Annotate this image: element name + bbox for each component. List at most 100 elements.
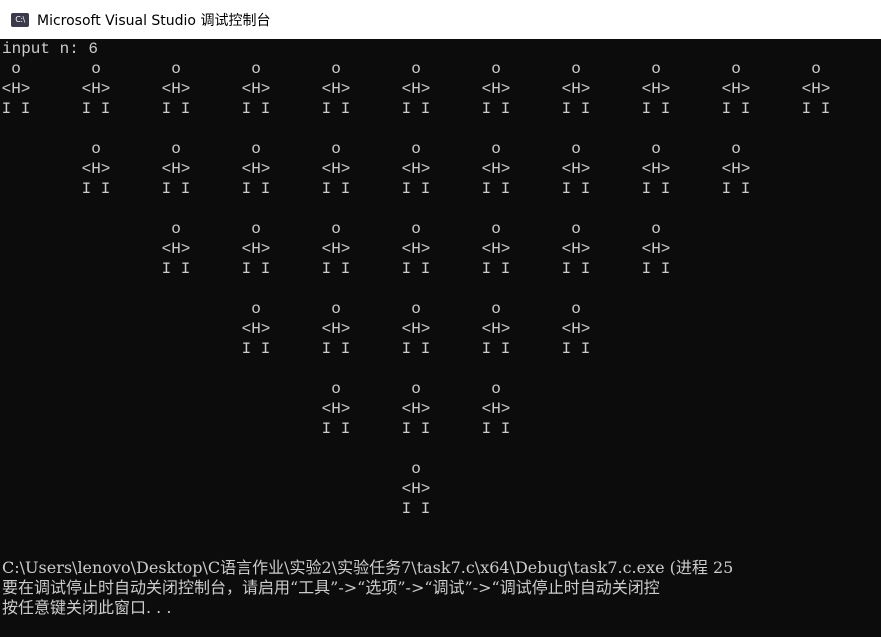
stick-figure: o <H> I I [481, 379, 511, 439]
figure-body: <H> [801, 80, 831, 98]
stick-figure: o <H> I I [321, 219, 351, 279]
stick-figure: o <H> I I [561, 219, 591, 279]
figure-body: <H> [401, 480, 431, 498]
figure-body: <H> [481, 320, 511, 338]
console-output[interactable]: input n: 6 o <H> I I o <H> I I o <H> I I o <H> I I o… [0, 39, 881, 637]
stick-figure: o <H> I I [481, 299, 511, 359]
figure-legs: I I [721, 100, 751, 118]
figure-body: <H> [721, 80, 751, 98]
figure-body: <H> [241, 240, 271, 258]
figure-legs: I I [161, 100, 191, 118]
figure-legs: I I [561, 260, 591, 278]
figure-legs: I I [401, 260, 431, 278]
figure-legs: I I [321, 340, 351, 358]
app-icon-label: C:\ [15, 14, 25, 24]
figure-body: <H> [81, 160, 111, 178]
figure-head: o [331, 300, 341, 318]
stick-figure: o <H> I I [321, 379, 351, 439]
figure-body: <H> [241, 160, 271, 178]
figure-head: o [571, 300, 581, 318]
figure-body: <H> [401, 80, 431, 98]
press-any-key-line: 按任意键关闭此窗口. . . [2, 598, 172, 617]
figure-legs: I I [641, 180, 671, 198]
figure-body: <H> [401, 160, 431, 178]
title-bar[interactable]: C:\ Microsoft Visual Studio 调试控制台 [0, 0, 881, 39]
stick-figure: o <H> I I [321, 139, 351, 199]
figure-legs: I I [481, 340, 511, 358]
figure-body: <H> [161, 160, 191, 178]
figure-head: o [251, 140, 261, 158]
stick-figure: o <H> I I [321, 59, 351, 119]
stick-figure: o <H> I I [641, 59, 671, 119]
stick-figure: o <H> I I [241, 59, 271, 119]
stick-figure: o <H> I I [401, 59, 431, 119]
stick-figure: o <H> I I [481, 59, 511, 119]
figure-head: o [91, 140, 101, 158]
figure-legs: I I [321, 260, 351, 278]
figure-head: o [331, 60, 341, 78]
figure-body: <H> [401, 400, 431, 418]
figure-head: o [171, 60, 181, 78]
figure-head: o [411, 60, 421, 78]
stick-figure: o <H> I I [401, 459, 431, 519]
figure-head: o [651, 220, 661, 238]
stick-figure: o <H> I I [561, 139, 591, 199]
figure-legs: I I [481, 100, 511, 118]
stick-figure: o <H> I I [241, 299, 271, 359]
figure-legs: I I [721, 180, 751, 198]
figure-head: o [731, 60, 741, 78]
figure-head: o [11, 60, 21, 78]
stick-figure: o <H> I I [161, 59, 191, 119]
figure-body: <H> [241, 80, 271, 98]
figure-legs: I I [81, 100, 111, 118]
figure-head: o [491, 60, 501, 78]
figure-head: o [331, 220, 341, 238]
figure-head: o [251, 60, 261, 78]
figure-legs: I I [561, 180, 591, 198]
figure-head: o [571, 60, 581, 78]
figure-body: <H> [561, 80, 591, 98]
stick-figure: o <H> I I [241, 139, 271, 199]
figure-legs: I I [561, 340, 591, 358]
figure-legs: I I [241, 260, 271, 278]
figure-body: <H> [241, 320, 271, 338]
figure-head: o [171, 140, 181, 158]
stick-figure: o <H> I I [81, 59, 111, 119]
figure-body: <H> [561, 160, 591, 178]
figure-head: o [331, 140, 341, 158]
figure-body: <H> [481, 80, 511, 98]
figure-legs: I I [161, 260, 191, 278]
stick-figure: o <H> I I [721, 139, 751, 199]
figure-head: o [411, 460, 421, 478]
figure-body: <H> [561, 320, 591, 338]
console-app-icon: C:\ [11, 12, 29, 27]
figure-body: <H> [721, 160, 751, 178]
figure-legs: I I [241, 100, 271, 118]
figure-legs: I I [321, 180, 351, 198]
stick-figure: o <H> I I [161, 139, 191, 199]
figure-legs: I I [481, 260, 511, 278]
figure-head: o [331, 380, 341, 398]
figure-legs: I I [321, 420, 351, 438]
figure-legs: I I [321, 100, 351, 118]
console-window: C:\ Microsoft Visual Studio 调试控制台 input … [0, 0, 881, 637]
figure-body: <H> [1, 80, 31, 98]
figure-legs: I I [401, 340, 431, 358]
stick-figure: o <H> I I [401, 299, 431, 359]
figure-head: o [411, 140, 421, 158]
prompt-line: input n: 6 [2, 40, 99, 58]
stick-figure: o <H> I I [81, 139, 111, 199]
figure-head: o [411, 380, 421, 398]
figure-head: o [731, 140, 741, 158]
stick-figure: o <H> I I [481, 139, 511, 199]
figure-body: <H> [481, 400, 511, 418]
figure-legs: I I [641, 100, 671, 118]
figure-head: o [491, 380, 501, 398]
figure-legs: I I [641, 260, 671, 278]
stick-figure: o <H> I I [641, 139, 671, 199]
figure-legs: I I [241, 180, 271, 198]
stick-figure: o <H> I I [321, 299, 351, 359]
figure-body: <H> [561, 240, 591, 258]
figure-body: <H> [401, 320, 431, 338]
figure-head: o [651, 140, 661, 158]
